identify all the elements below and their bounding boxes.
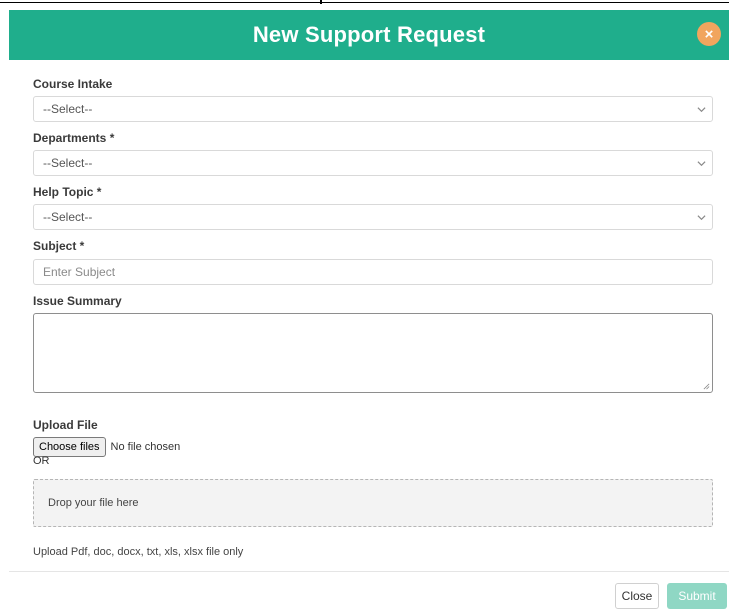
- close-icon[interactable]: ×: [697, 22, 721, 46]
- file-input[interactable]: Choose files No file chosen: [33, 437, 180, 457]
- subject-label: Subject *: [33, 239, 85, 253]
- resize-grip-icon[interactable]: [703, 383, 710, 390]
- subject-placeholder: Enter Subject: [43, 265, 116, 279]
- help-topic-label: Help Topic *: [33, 185, 102, 199]
- departments-label: Departments *: [33, 131, 115, 145]
- upload-file-label: Upload File: [33, 418, 98, 432]
- footer-divider: [9, 571, 729, 572]
- choose-files-button[interactable]: Choose files: [33, 437, 106, 457]
- course-intake-value: --Select--: [43, 102, 93, 116]
- submit-button[interactable]: Submit: [667, 583, 727, 609]
- top-border-line: [0, 2, 729, 3]
- departments-select[interactable]: --Select--: [33, 150, 713, 176]
- file-status-text: No file chosen: [110, 441, 181, 453]
- page-top-edge: [0, 0, 729, 10]
- modal-header: New Support Request ×: [9, 10, 729, 60]
- departments-value: --Select--: [43, 156, 93, 170]
- chevron-down-icon: [697, 215, 706, 221]
- chevron-down-icon: [697, 107, 706, 113]
- issue-summary-textarea[interactable]: [33, 313, 713, 393]
- help-topic-select[interactable]: --Select--: [33, 204, 713, 230]
- top-border-tick: [320, 0, 322, 4]
- subject-input[interactable]: Enter Subject: [33, 259, 713, 285]
- help-topic-value: --Select--: [43, 210, 93, 224]
- chevron-down-icon: [697, 161, 706, 167]
- close-button[interactable]: Close: [615, 583, 659, 609]
- course-intake-label: Course Intake: [33, 77, 113, 91]
- course-intake-select[interactable]: --Select--: [33, 96, 713, 122]
- modal-title: New Support Request: [252, 22, 486, 47]
- upload-file-types-note: Upload Pdf, doc, docx, txt, xls, xlsx fi…: [33, 546, 244, 558]
- issue-summary-label: Issue Summary: [33, 294, 122, 308]
- dropzone-text: Drop your file here: [48, 497, 139, 509]
- file-dropzone[interactable]: Drop your file here: [33, 479, 713, 527]
- or-separator: OR: [33, 455, 50, 467]
